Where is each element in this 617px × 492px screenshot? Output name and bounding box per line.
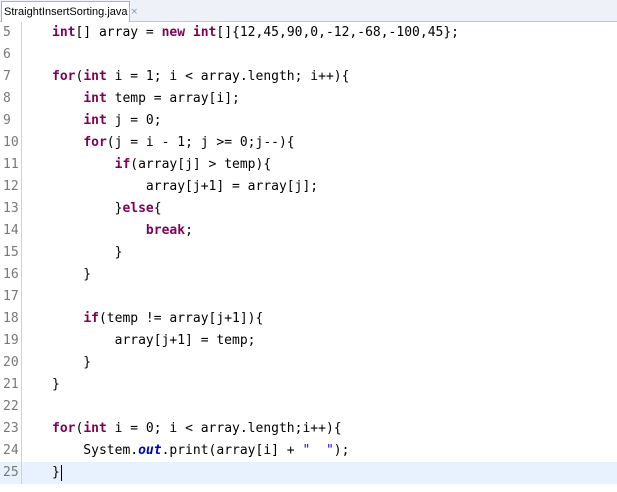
line-number: 20 bbox=[0, 352, 22, 374]
editor-tab-bar: StraightInsertSorting.java × bbox=[0, 0, 617, 22]
code-text[interactable]: for(j = i - 1; j >= 0;j--){ bbox=[52, 132, 294, 154]
code-text[interactable]: System.out.print(array[i] + " "); bbox=[52, 440, 349, 462]
line-number: 5 bbox=[0, 22, 22, 44]
code-text[interactable]: int j = 0; bbox=[52, 110, 161, 132]
code-text[interactable]: } bbox=[52, 352, 91, 374]
line-number: 10 bbox=[0, 132, 22, 154]
code-line[interactable]: 14 break; bbox=[0, 220, 617, 242]
line-number: 24 bbox=[0, 440, 22, 462]
code-line[interactable]: 22 bbox=[0, 396, 617, 418]
code-line[interactable]: 7 for(int i = 1; i < array.length; i++){ bbox=[0, 66, 617, 88]
code-text[interactable]: for(int i = 0; i < array.length;i++){ bbox=[52, 418, 342, 440]
close-icon[interactable]: × bbox=[131, 7, 139, 17]
code-line[interactable]: 8 int temp = array[i]; bbox=[0, 88, 617, 110]
code-line[interactable]: 16 } bbox=[0, 264, 617, 286]
line-number: 21 bbox=[0, 374, 22, 396]
line-number: 23 bbox=[0, 418, 22, 440]
line-number: 12 bbox=[0, 176, 22, 198]
line-number: 18 bbox=[0, 308, 22, 330]
tab-title: StraightInsertSorting.java bbox=[4, 6, 128, 18]
text-caret bbox=[60, 464, 62, 481]
code-text[interactable]: } bbox=[52, 264, 91, 286]
code-line[interactable]: 21} bbox=[0, 374, 617, 396]
code-text[interactable]: for(int i = 1; i < array.length; i++){ bbox=[52, 66, 349, 88]
line-number: 17 bbox=[0, 286, 22, 308]
line-number: 14 bbox=[0, 220, 22, 242]
code-line[interactable]: 10 for(j = i - 1; j >= 0;j--){ bbox=[0, 132, 617, 154]
code-line[interactable]: 11 if(array[j] > temp){ bbox=[0, 154, 617, 176]
code-text[interactable]: int temp = array[i]; bbox=[52, 88, 240, 110]
line-number: 7 bbox=[0, 66, 22, 88]
code-line[interactable]: 23 for(int i = 0; i < array.length;i++){ bbox=[0, 418, 617, 440]
line-number: 16 bbox=[0, 264, 22, 286]
code-text[interactable]: if(array[j] > temp){ bbox=[52, 154, 272, 176]
eclipse-editor-window: StraightInsertSorting.java × 5 int[] arra… bbox=[0, 0, 617, 492]
code-line[interactable]: 12 array[j+1] = array[j]; bbox=[0, 176, 617, 198]
code-text[interactable]: array[j+1] = array[j]; bbox=[52, 176, 318, 198]
code-text[interactable]: } bbox=[52, 242, 123, 264]
code-line[interactable]: 24 System.out.print(array[i] + " "); bbox=[0, 440, 617, 462]
code-line[interactable]: 6 bbox=[0, 44, 617, 66]
code-line[interactable]: 19 array[j+1] = temp; bbox=[0, 330, 617, 352]
code-editor[interactable]: 5 int[] array = new int[]{12,45,90,0,-12,… bbox=[0, 22, 617, 492]
code-text[interactable]: if(temp != array[j+1]){ bbox=[52, 308, 263, 330]
code-text[interactable]: } bbox=[52, 374, 60, 396]
line-number: 19 bbox=[0, 330, 22, 352]
tab-straight-insert-sorting[interactable]: StraightInsertSorting.java × bbox=[1, 1, 138, 22]
line-number: 22 bbox=[0, 396, 22, 418]
line-number: 13 bbox=[0, 198, 22, 220]
code-line[interactable]: 25} bbox=[0, 462, 617, 484]
line-number: 11 bbox=[0, 154, 22, 176]
code-line[interactable]: 5 int[] array = new int[]{12,45,90,0,-12,… bbox=[0, 22, 617, 44]
code-line[interactable]: 20 } bbox=[0, 352, 617, 374]
code-line[interactable]: 15 } bbox=[0, 242, 617, 264]
code-text[interactable]: }else{ bbox=[52, 198, 162, 220]
code-line[interactable]: 18 if(temp != array[j+1]){ bbox=[0, 308, 617, 330]
line-number: 6 bbox=[0, 44, 22, 66]
code-line[interactable]: 13 }else{ bbox=[0, 198, 617, 220]
code-line[interactable]: 17 bbox=[0, 286, 617, 308]
line-number: 25 bbox=[0, 462, 22, 484]
code-line[interactable]: 9 int j = 0; bbox=[0, 110, 617, 132]
code-text[interactable]: array[j+1] = temp; bbox=[52, 330, 256, 352]
line-number: 15 bbox=[0, 242, 22, 264]
code-text[interactable]: int[] array = new int[]{12,45,90,0,-12,-… bbox=[52, 22, 459, 44]
code-text[interactable]: } bbox=[52, 462, 62, 484]
line-number: 9 bbox=[0, 110, 22, 132]
line-number: 8 bbox=[0, 88, 22, 110]
code-text[interactable]: break; bbox=[52, 220, 193, 242]
